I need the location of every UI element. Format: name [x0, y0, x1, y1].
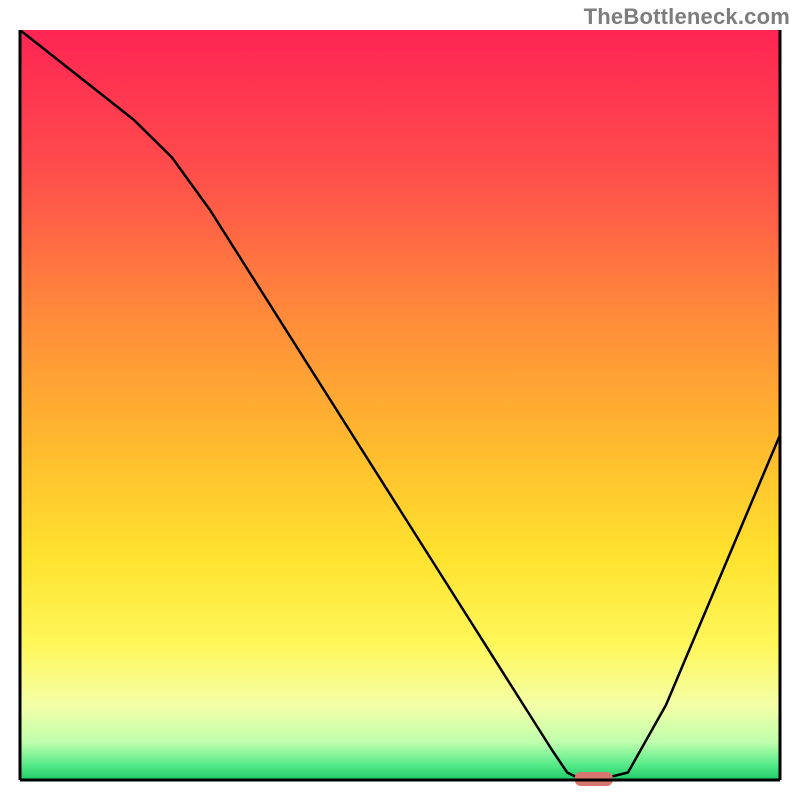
- bottleneck-chart: [0, 0, 800, 800]
- chart-background: [20, 30, 780, 780]
- chart-container: TheBottleneck.com: [0, 0, 800, 800]
- watermark-text: TheBottleneck.com: [584, 4, 790, 30]
